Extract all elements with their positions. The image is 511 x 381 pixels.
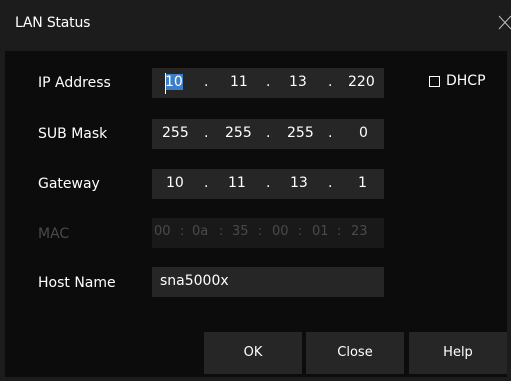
sub-mask-field[interactable]: 255 . 255 . 255 . 0 (152, 119, 384, 149)
close-button[interactable]: Close (306, 332, 404, 374)
mask-octet-3[interactable]: 255 (287, 125, 314, 141)
octet-separator: . (328, 125, 333, 141)
mask-octet-1[interactable]: 255 (162, 125, 189, 141)
gateway-octet-1[interactable]: 10 (166, 175, 184, 191)
ok-button[interactable]: OK (204, 332, 302, 374)
octet-separator: . (204, 74, 209, 90)
gateway-field[interactable]: 10 . 11 . 13 . 1 (152, 169, 384, 199)
ip-octet-1[interactable]: 10 (165, 74, 183, 90)
mac-separator: : (219, 224, 224, 239)
octet-separator: . (266, 175, 271, 191)
checkbox-box[interactable] (429, 76, 440, 87)
ip-octet-4[interactable]: 220 (348, 74, 375, 90)
text-caret (165, 73, 166, 94)
gateway-octet-4[interactable]: 1 (358, 175, 367, 191)
host-name-input[interactable]: sna5000x (152, 267, 384, 297)
mac-separator: : (337, 224, 342, 239)
close-icon[interactable] (495, 12, 511, 32)
dialog-titlebar: LAN Status (0, 0, 511, 50)
mac-field: 00 : 0a : 35 : 00 : 01 : 23 (152, 218, 384, 248)
host-name-value: sna5000x (160, 273, 229, 289)
mac-separator: : (258, 224, 263, 239)
mask-octet-2[interactable]: 255 (225, 125, 252, 141)
lan-status-dialog: LAN Status IP Address 10 . 11 . 13 . 220… (0, 0, 511, 381)
octet-separator: . (266, 125, 271, 141)
ip-octet-2[interactable]: 11 (230, 74, 248, 90)
mac-separator: : (180, 224, 185, 239)
gateway-label: Gateway (38, 176, 100, 192)
octet-separator: . (328, 74, 333, 90)
gateway-octet-2[interactable]: 11 (228, 175, 246, 191)
dialog-body (5, 51, 507, 377)
mac-byte-5: 01 (312, 224, 329, 239)
octet-separator: . (328, 175, 333, 191)
gateway-octet-3[interactable]: 13 (290, 175, 308, 191)
mac-byte-1: 00 (154, 224, 171, 239)
octet-separator: . (204, 125, 209, 141)
octet-separator: . (266, 74, 271, 90)
mac-byte-4: 00 (272, 224, 289, 239)
help-button[interactable]: Help (409, 332, 507, 374)
ip-octet-3[interactable]: 13 (289, 74, 307, 90)
dialog-title: LAN Status (15, 15, 91, 31)
octet-separator: . (204, 175, 209, 191)
ip-address-field[interactable]: 10 . 11 . 13 . 220 (152, 68, 384, 98)
host-name-label: Host Name (38, 275, 116, 291)
mac-label: MAC (38, 226, 70, 242)
sub-mask-label: SUB Mask (38, 126, 108, 142)
dhcp-label: DHCP (446, 73, 486, 89)
mac-separator: : (298, 224, 303, 239)
ip-address-label: IP Address (38, 75, 111, 91)
mac-byte-6: 23 (351, 224, 368, 239)
mac-byte-2: 0a (192, 224, 209, 239)
mask-octet-4[interactable]: 0 (359, 125, 368, 141)
mac-byte-3: 35 (232, 224, 249, 239)
